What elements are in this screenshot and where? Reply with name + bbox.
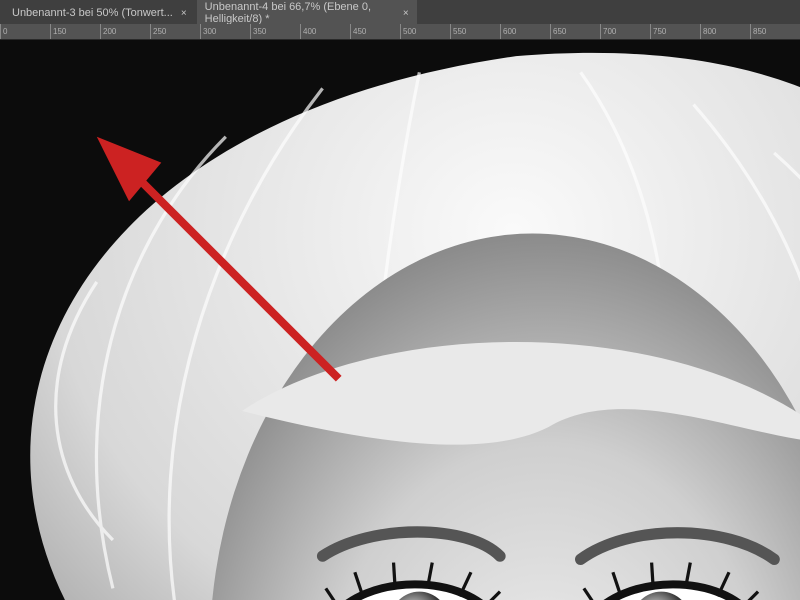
- editor-main: Unbenannt-3 bei 50% (Tonwert... × Unbena…: [0, 0, 800, 600]
- tab-label: Unbenannt-3 bei 50% (Tonwert...: [12, 7, 173, 19]
- horizontal-ruler: 0150200250300350400450500550600650700750…: [0, 24, 800, 40]
- tab-doc-1[interactable]: Unbenannt-3 bei 50% (Tonwert... ×: [4, 3, 195, 23]
- canvas-image: [0, 40, 800, 600]
- document-tabs: Unbenannt-3 bei 50% (Tonwert... × Unbena…: [0, 0, 800, 24]
- close-icon[interactable]: ×: [403, 8, 409, 19]
- tab-label: Unbenannt-4 bei 66,7% (Ebene 0, Helligke…: [205, 1, 395, 25]
- canvas-area[interactable]: [0, 40, 800, 600]
- close-icon[interactable]: ×: [181, 8, 187, 19]
